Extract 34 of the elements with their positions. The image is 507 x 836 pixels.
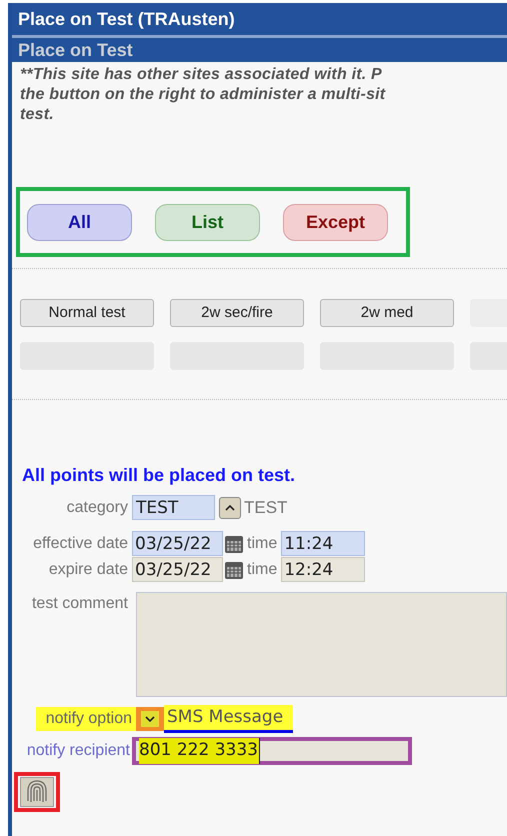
date-field[interactable]: 03/25/22 (132, 557, 223, 582)
time-field[interactable]: 12:24 (281, 557, 366, 582)
chevron-down-icon (141, 710, 159, 727)
field-label: expire date (48, 560, 129, 580)
caret-button[interactable] (219, 496, 241, 519)
field-label: category (66, 498, 129, 518)
preset-button[interactable]: 2w sec/fire (170, 299, 304, 327)
time-field[interactable]: 11:24 (281, 531, 366, 556)
status-message: All points will be placed on test. (21, 464, 296, 487)
calendar-icon[interactable] (224, 534, 244, 554)
preset-button[interactable]: Normal test (20, 299, 154, 327)
scope-button[interactable]: List (155, 204, 260, 240)
scope-button[interactable]: All (27, 204, 132, 240)
fingerprint-button[interactable] (20, 777, 54, 807)
category-description: TEST (244, 497, 288, 519)
notice-text: **This site has other sites associated with it. P the button on the right to administer a multi-sit test. (19, 65, 387, 125)
field-label: time (247, 534, 278, 554)
caret-icon (225, 504, 235, 511)
notify-option-value: SMS Message (164, 704, 294, 733)
window-title: Place on Test (TRAusten) (12, 3, 507, 35)
dropdown-button[interactable] (136, 706, 164, 731)
field-label: test comment (30, 594, 129, 614)
field-label: notify recipient (26, 741, 131, 761)
calendar-icon[interactable] (224, 560, 244, 580)
field-label: notify option (36, 706, 136, 731)
scope-button[interactable]: Except (283, 204, 388, 240)
date-field[interactable]: 03/25/22 (132, 531, 223, 556)
recipient-field[interactable]: 801 222 3333 (132, 737, 412, 765)
comment-field[interactable] (136, 592, 507, 696)
category-field[interactable]: TEST (132, 495, 215, 520)
preset-button[interactable]: 2w med (320, 299, 454, 327)
field-label: effective date (32, 534, 129, 554)
panel-title: Place on Test (12, 38, 507, 62)
field-label: time (247, 560, 278, 580)
